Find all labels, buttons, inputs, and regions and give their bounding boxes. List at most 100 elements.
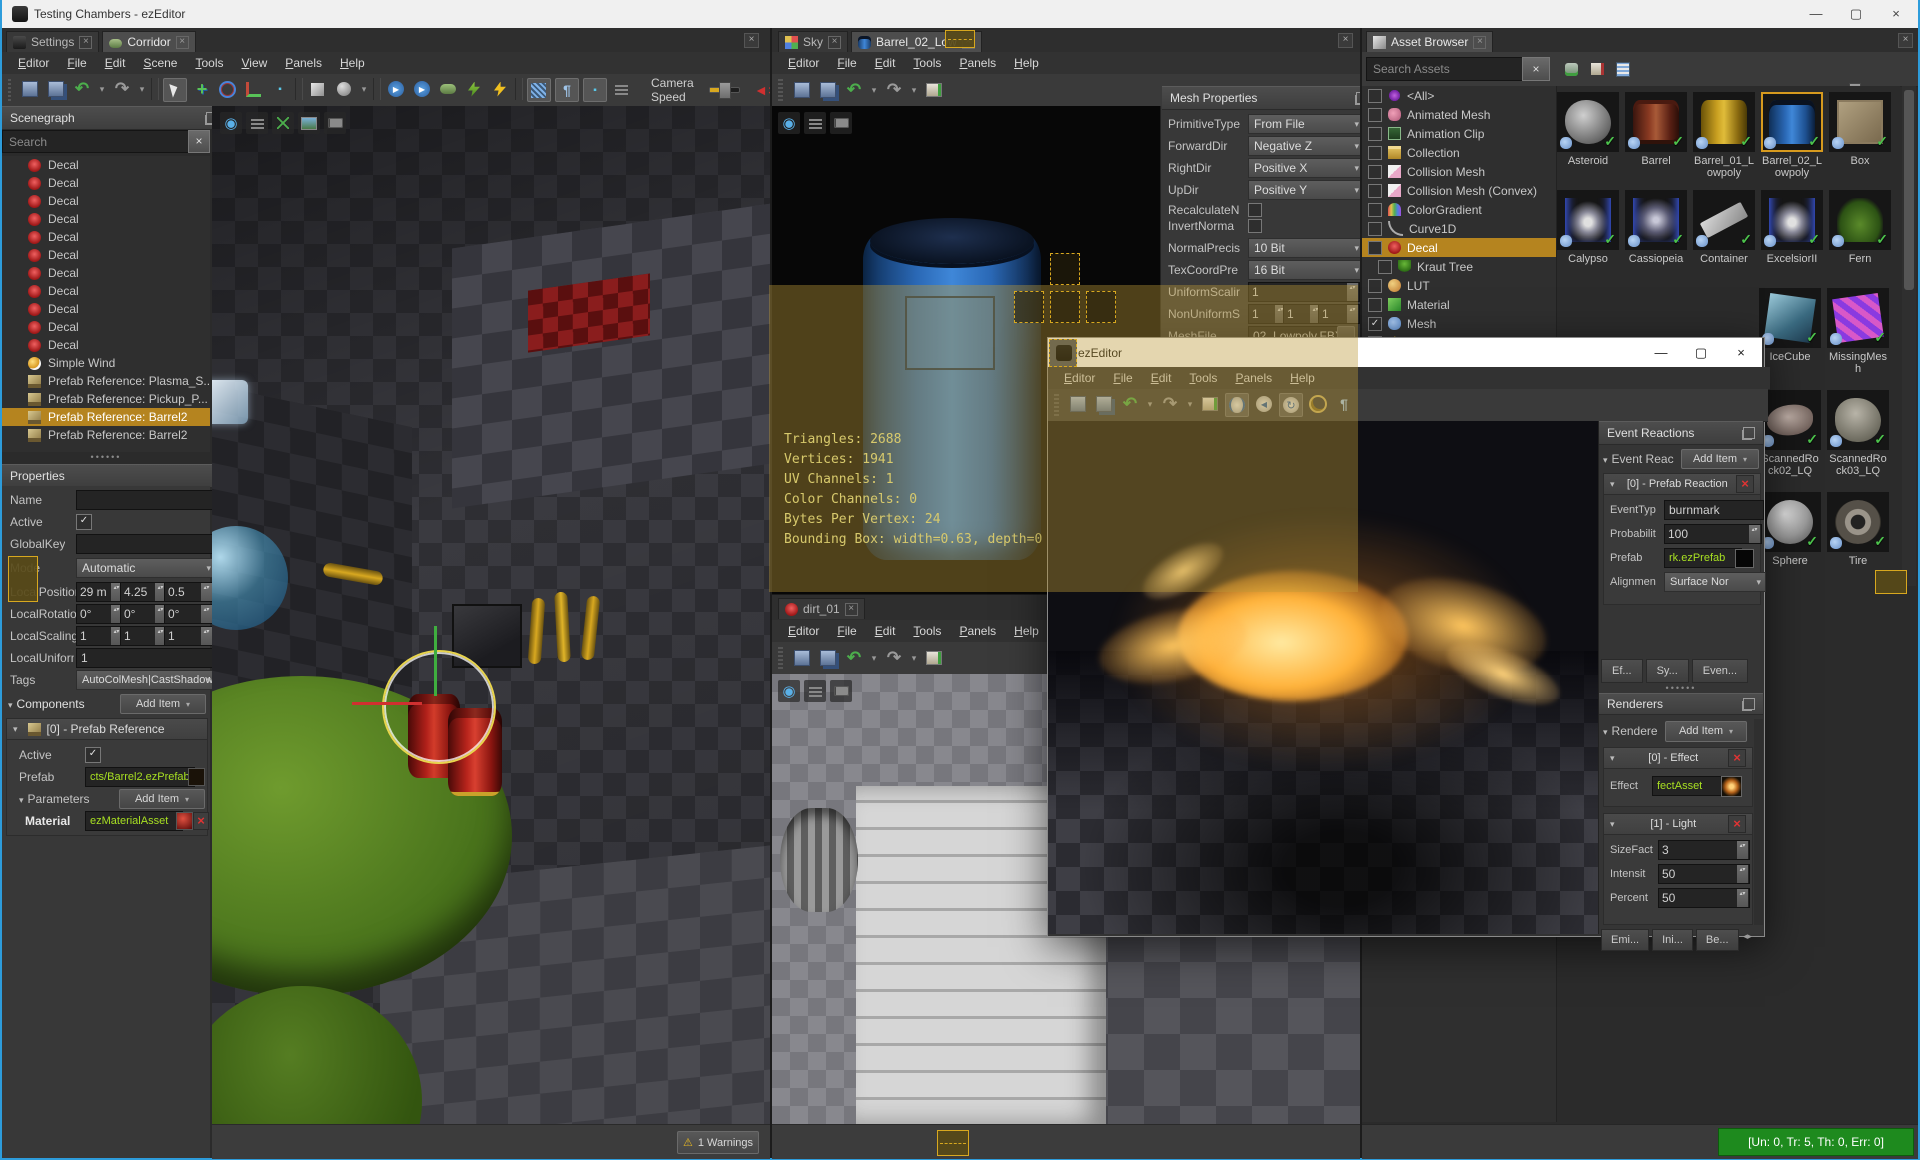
scenegraph-item[interactable]: Decal — [2, 174, 210, 192]
add-renderer-button[interactable]: Add Item — [1665, 720, 1747, 742]
menu-item[interactable]: Tools — [187, 53, 231, 73]
scenegraph-item[interactable]: Decal — [2, 336, 210, 354]
menu-item[interactable]: Tools — [905, 621, 949, 641]
asset-item[interactable]: Cassiopeia — [1625, 190, 1687, 265]
asset-item[interactable]: Sphere — [1759, 492, 1821, 567]
screenshot-icon[interactable] — [298, 112, 320, 134]
asset-browser-tab[interactable]: Asset Browser × — [1366, 31, 1494, 52]
asset-item[interactable]: IceCube — [1759, 288, 1821, 363]
renderers-header[interactable]: Renderers — [1599, 693, 1763, 715]
sep-icon[interactable] — [150, 78, 159, 100]
asset-item[interactable]: ScannedRock03_LQ — [1827, 390, 1889, 477]
dd-icon[interactable] — [869, 79, 879, 101]
selection-gizmo[interactable] — [382, 650, 496, 764]
redo-icon[interactable] — [111, 78, 133, 100]
scene-viewport[interactable] — [212, 106, 770, 1124]
scenegraph-item[interactable]: Prefab Reference: Barrel2 — [2, 426, 210, 444]
remove-effect-icon[interactable]: × — [1728, 749, 1746, 767]
type-filter-checkbox[interactable] — [1368, 183, 1382, 198]
play-from-icon[interactable] — [411, 78, 433, 100]
components-group-label[interactable]: Components — [8, 697, 85, 711]
grid-icon[interactable] — [526, 78, 551, 102]
clock-icon[interactable] — [1307, 393, 1329, 415]
menu-item[interactable]: Editor — [1056, 368, 1103, 388]
menu-item[interactable]: Edit — [867, 53, 904, 73]
menu-item[interactable]: Tools — [1181, 368, 1225, 388]
rightdir-dropdown[interactable]: Positive X — [1248, 158, 1364, 178]
panel-tab[interactable]: Even... — [1691, 659, 1749, 683]
asset-scrollbar[interactable] — [1902, 86, 1916, 586]
prefab-reaction-header[interactable]: [0] - Prefab Reaction × — [1604, 474, 1760, 495]
menu-item[interactable]: Help — [1006, 621, 1047, 641]
save-all-icon[interactable] — [817, 647, 839, 669]
globalkey-field[interactable] — [76, 534, 214, 554]
layers-icon[interactable] — [611, 78, 633, 100]
remove-light-icon[interactable]: × — [1727, 815, 1746, 833]
remove-reaction-icon[interactable]: × — [1735, 475, 1754, 493]
box-icon[interactable] — [307, 78, 329, 100]
close-button[interactable]: × — [1721, 339, 1761, 367]
type-filter-checkbox[interactable] — [1368, 240, 1382, 255]
scenegraph-item[interactable]: Decal — [2, 228, 210, 246]
undo-icon[interactable] — [71, 78, 93, 100]
scenegraph-item[interactable]: Prefab Reference: Pickup_P... — [2, 390, 210, 408]
scenegraph-item[interactable]: Prefab Reference: Barrel2 — [2, 408, 210, 426]
asset-item[interactable]: ScannedRock02_LQ — [1759, 390, 1821, 477]
left-dock-close-icon[interactable]: × — [744, 33, 759, 48]
light-header[interactable]: [1] - Light × — [1604, 814, 1752, 835]
type-filter-checkbox[interactable] — [1378, 259, 1392, 274]
menu-item[interactable]: Editor — [780, 621, 827, 641]
sep-icon[interactable] — [294, 78, 303, 100]
redo-icon[interactable] — [1159, 393, 1181, 415]
dd-icon[interactable] — [1145, 393, 1155, 415]
asset-type-item[interactable]: Animation Clip — [1362, 124, 1556, 143]
pilcrow-icon[interactable] — [1333, 393, 1355, 415]
scenegraph-item[interactable]: Decal — [2, 192, 210, 210]
menu-item[interactable]: Help — [1282, 368, 1323, 388]
asset-item[interactable]: Asteroid — [1557, 92, 1619, 167]
close-tab-icon[interactable]: × — [844, 602, 858, 616]
save-all-icon[interactable] — [1093, 393, 1115, 415]
primitivetype-dropdown[interactable]: From File — [1248, 114, 1364, 134]
scenegraph-item[interactable]: Decal — [2, 318, 210, 336]
particle-editor-window[interactable]: ezEditor — ▢ × Editor File Edit Tools Panels… — [1047, 337, 1770, 951]
asset-type-item[interactable]: Material — [1362, 295, 1556, 314]
effect-header[interactable]: [0] - Effect × — [1604, 748, 1752, 769]
close-tab-icon[interactable]: × — [79, 35, 93, 49]
dd-icon[interactable] — [1185, 393, 1195, 415]
save-icon[interactable] — [791, 647, 813, 669]
asset-type-item[interactable]: Curve1D — [1362, 219, 1556, 238]
camera-icon[interactable] — [830, 680, 852, 702]
menu-item[interactable]: Panels — [1227, 368, 1280, 388]
type-filter-checkbox[interactable]: ✓ — [1368, 316, 1382, 331]
gizmo-x-axis[interactable] — [352, 702, 422, 705]
dd-icon[interactable] — [359, 78, 369, 100]
redo-icon[interactable] — [883, 647, 905, 669]
menu-item[interactable]: Edit — [867, 621, 904, 641]
recalculatenormals-checkbox[interactable] — [1248, 203, 1262, 217]
scenegraph-item[interactable]: Decal — [2, 210, 210, 228]
list-view-icon[interactable] — [1612, 58, 1634, 80]
menu-item[interactable]: Editor — [10, 53, 57, 73]
clear-search-icon[interactable]: × — [188, 130, 210, 153]
asset-search-input[interactable] — [1366, 57, 1528, 81]
toolbar-grip[interactable] — [778, 647, 783, 669]
sizefactor-spinner[interactable]: 3 — [1658, 840, 1750, 860]
type-filter-checkbox[interactable] — [1368, 164, 1382, 179]
save-all-icon[interactable] — [45, 78, 67, 100]
tags-dropdown[interactable]: AutoColMesh|CastShadow — [76, 670, 216, 690]
nonuniform-y-spinner[interactable]: 1 — [1283, 304, 1323, 324]
asset-item[interactable]: ExcelsiorII — [1761, 190, 1823, 265]
remove-material-icon[interactable]: × — [193, 812, 209, 830]
scenegraph-item[interactable]: Decal — [2, 246, 210, 264]
asset-item[interactable]: Tire — [1827, 492, 1889, 567]
document-tab[interactable]: Settings × — [6, 31, 100, 52]
sphere-icon[interactable] — [333, 78, 355, 100]
mode-dropdown[interactable]: Automatic — [76, 558, 216, 578]
asset-item[interactable]: Container — [1693, 190, 1755, 265]
nonuniform-x-spinner[interactable]: 1 — [1248, 304, 1288, 324]
title-bar[interactable]: Testing Chambers - ezEditor — ▢ × — [2, 0, 1918, 28]
normalprecision-dropdown[interactable]: 10 Bit — [1248, 238, 1364, 258]
select-icon[interactable] — [162, 78, 187, 102]
sep-icon[interactable] — [372, 78, 381, 100]
